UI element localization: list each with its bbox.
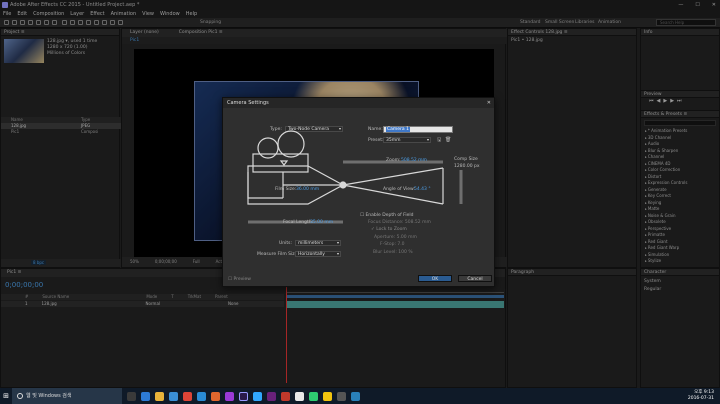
edge-icon[interactable] bbox=[141, 391, 150, 401]
camera-settings-dialog: Camera Settings ✕ Type: Two-Node Camera … bbox=[222, 97, 495, 287]
units-select[interactable]: millimeters bbox=[295, 240, 341, 246]
focus-distance-field: Focus Distance: 508.52 mm bbox=[368, 220, 431, 225]
app-icon[interactable] bbox=[211, 391, 220, 401]
media-player-icon[interactable] bbox=[281, 391, 290, 401]
focal-length-value[interactable]: 35.00 mm bbox=[310, 220, 333, 225]
zoom-label: Zoom: bbox=[386, 158, 401, 163]
ie-icon[interactable] bbox=[197, 391, 206, 401]
angle-of-view-value[interactable]: 54.43 ° bbox=[414, 187, 431, 192]
photoshop-icon[interactable] bbox=[253, 391, 262, 401]
units-label: Units: bbox=[279, 241, 293, 246]
measure-film-size-select[interactable]: Horizontally bbox=[295, 251, 341, 257]
cancel-button[interactable]: Cancel bbox=[458, 275, 492, 282]
clock-date: 2016-07-31 bbox=[687, 396, 714, 401]
ok-button[interactable]: OK bbox=[418, 275, 452, 282]
measure-film-size-label: Measure Film Size: bbox=[257, 252, 299, 257]
task-view-icon[interactable] bbox=[127, 391, 136, 401]
file-explorer-icon[interactable] bbox=[155, 391, 164, 401]
kakaotalk-icon[interactable] bbox=[323, 391, 332, 401]
chrome-icon[interactable] bbox=[183, 391, 192, 401]
lock-to-zoom-checkbox: ✓ Lock to Zoom bbox=[371, 227, 407, 232]
after-effects-taskbar-icon[interactable] bbox=[239, 391, 248, 401]
film-size-label: Film Size: bbox=[275, 187, 297, 192]
premiere-icon[interactable] bbox=[225, 391, 234, 401]
preview-checkbox[interactable]: ☐ Preview bbox=[228, 277, 251, 282]
film-size-value[interactable]: 36.00 mm bbox=[296, 187, 319, 192]
camera-app-icon[interactable] bbox=[337, 391, 346, 401]
camera-diagram bbox=[247, 130, 463, 224]
word-icon[interactable] bbox=[351, 391, 360, 401]
comp-size-label: Comp Size bbox=[454, 157, 478, 162]
dialog-title: Camera Settings bbox=[227, 100, 269, 106]
dialog-close-icon[interactable]: ✕ bbox=[487, 98, 491, 108]
angle-of-view-label: Angle of View: bbox=[383, 187, 415, 192]
store-icon[interactable] bbox=[169, 391, 178, 401]
dialog-title-bar: Camera Settings ✕ bbox=[223, 98, 494, 108]
comp-size-value: 1280.00 px bbox=[454, 164, 480, 169]
visual-studio-icon[interactable] bbox=[267, 391, 276, 401]
notepad-icon[interactable] bbox=[295, 391, 304, 401]
messenger-icon[interactable] bbox=[309, 391, 318, 401]
system-clock[interactable]: 오후 9:13 2016-07-31 bbox=[688, 390, 714, 402]
windows-taskbar: ⊞ 웹 및 Windows 검색 오후 9:13 2016-07-31 bbox=[0, 388, 720, 404]
focal-length-label: Focal Length: bbox=[283, 220, 314, 225]
enable-dof-checkbox[interactable]: ☐ Enable Depth of Field bbox=[360, 213, 414, 218]
fstop-field: F-Stop: 7.0 bbox=[380, 242, 405, 247]
start-button[interactable]: ⊞ bbox=[0, 388, 12, 404]
zoom-value[interactable]: 508.52 mm bbox=[401, 158, 427, 163]
blur-level-field: Blur Level: 100 % bbox=[373, 250, 413, 255]
aperture-field: Aperture: 5.00 mm bbox=[374, 235, 417, 240]
taskbar-search[interactable]: 웹 및 Windows 검색 bbox=[12, 388, 122, 404]
